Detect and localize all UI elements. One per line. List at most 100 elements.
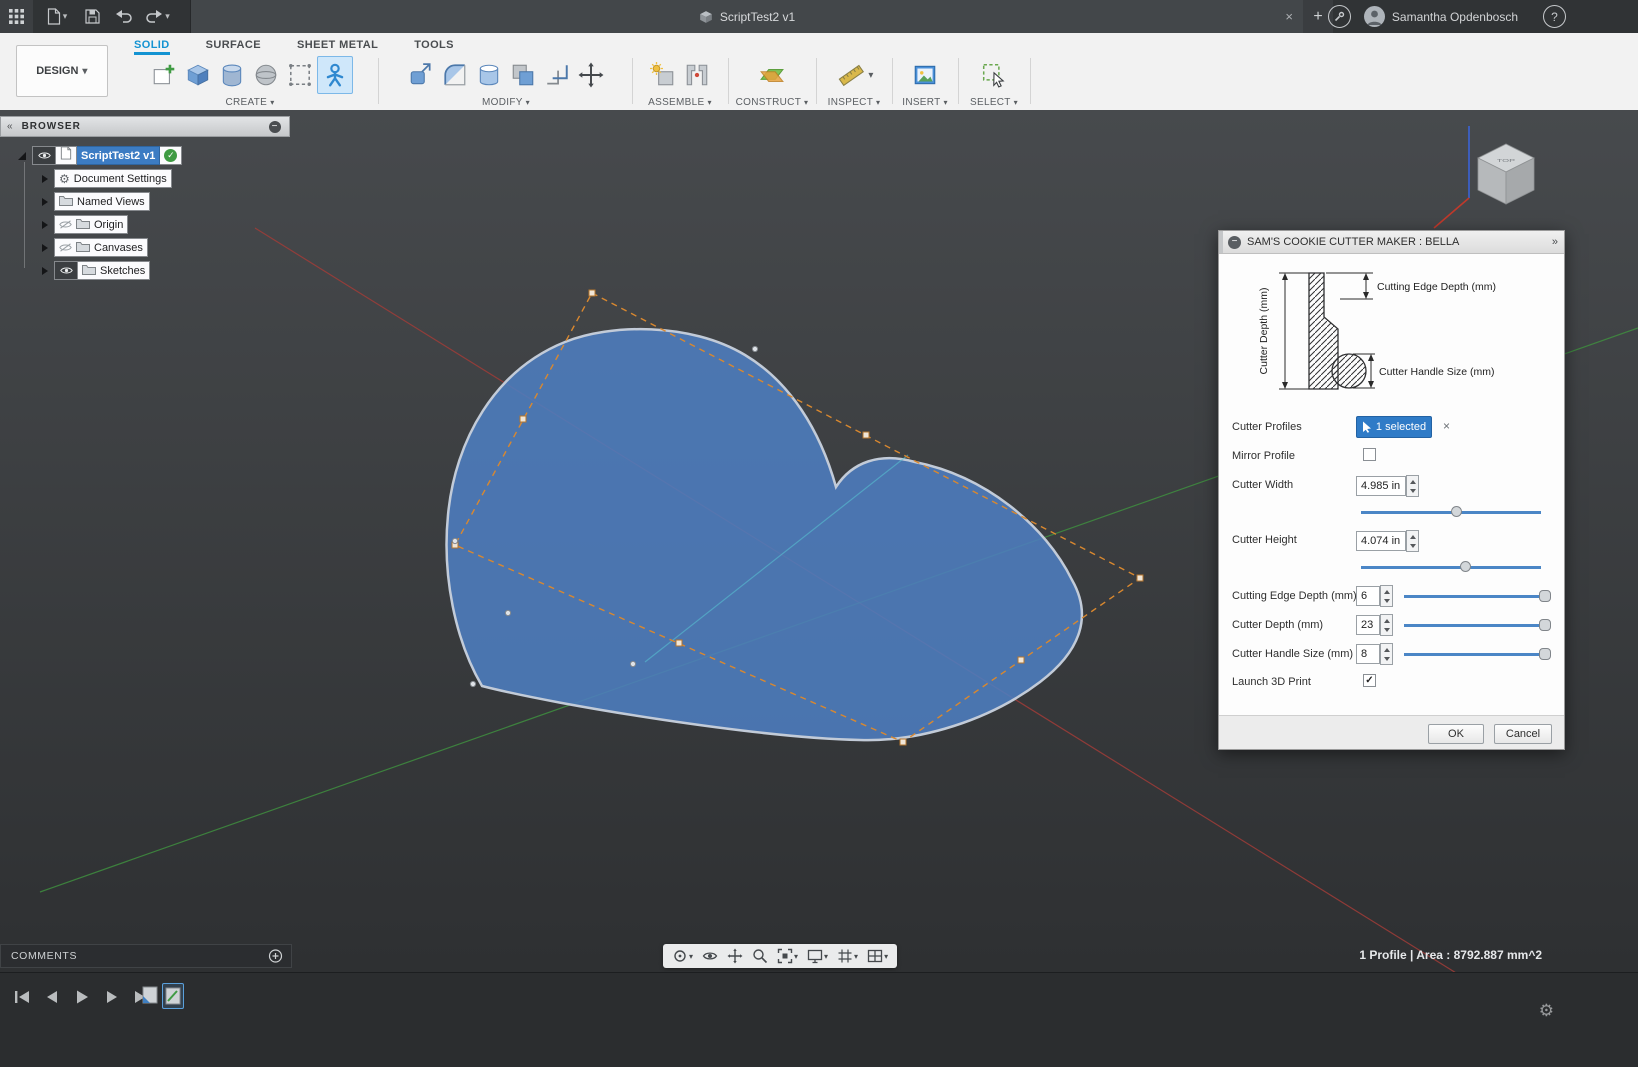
launch-3d-print-checkbox[interactable]: ✓ — [1363, 674, 1376, 687]
inspect-menu[interactable]: INSPECT ▾ — [818, 97, 890, 108]
cutter-height-input[interactable]: 4.074 in — [1356, 531, 1406, 551]
new-component-button[interactable] — [646, 57, 680, 93]
cutter-profiles-selection-button[interactable]: 1 selected — [1356, 416, 1432, 438]
browser-row-root[interactable]: ScriptTest2 v1 ✓ — [18, 146, 182, 165]
mirror-profile-checkbox[interactable] — [1363, 448, 1376, 461]
expander-icon[interactable] — [42, 175, 48, 183]
dialog-collapse-icon[interactable]: − — [1228, 236, 1241, 249]
heart-sketch-profile[interactable] — [447, 329, 1082, 740]
cutter-depth-input[interactable]: 23 — [1356, 615, 1380, 635]
box-button[interactable] — [181, 57, 215, 93]
expander-icon[interactable] — [42, 244, 48, 252]
collapse-panel-icon[interactable]: « — [7, 121, 14, 132]
cutting-edge-depth-input[interactable]: 6 — [1356, 586, 1380, 606]
assemble-menu[interactable]: ASSEMBLE ▾ — [634, 97, 726, 108]
design-dropdown[interactable]: DESIGN ▾ — [16, 45, 108, 97]
look-at-button[interactable] — [699, 945, 721, 967]
view-cube[interactable]: TOP — [1434, 126, 1534, 228]
eye-off-icon[interactable] — [59, 239, 72, 257]
grid-settings-button[interactable]: ▾ — [834, 945, 861, 967]
cutter-width-input[interactable]: 4.985 in — [1356, 476, 1406, 496]
display-settings-button[interactable]: ▾ — [804, 945, 831, 967]
browser-header[interactable]: « BROWSER − — [0, 116, 290, 137]
cutter-handle-size-slider[interactable] — [1404, 648, 1550, 660]
undo-button[interactable] — [110, 0, 136, 33]
expander-icon[interactable] — [42, 221, 48, 229]
viewports-button[interactable]: ▾ — [864, 945, 891, 967]
cutter-height-slider[interactable] — [1361, 561, 1541, 573]
tab-close-button[interactable]: × — [1285, 0, 1293, 33]
cancel-button[interactable]: Cancel — [1494, 724, 1552, 744]
orbit-button[interactable]: ▾ — [669, 945, 696, 967]
eye-off-icon[interactable] — [59, 216, 72, 234]
app-grid-button[interactable] — [0, 0, 33, 33]
step-forward-button[interactable] — [102, 987, 122, 1007]
offset-face-button[interactable] — [540, 57, 574, 93]
browser-row-document-settings[interactable]: ⚙ Document Settings — [42, 169, 172, 188]
cutter-handle-size-input[interactable]: 8 — [1356, 644, 1380, 664]
expander-icon[interactable] — [18, 152, 26, 160]
document-tab[interactable]: ScriptTest2 v1 × — [190, 0, 1304, 33]
clear-selection-button[interactable]: × — [1443, 419, 1450, 433]
step-back-button[interactable] — [42, 987, 62, 1007]
move-copy-button[interactable] — [574, 57, 608, 93]
modify-menu[interactable]: MODIFY ▾ — [382, 97, 630, 108]
cookie-cutter-addin-button[interactable] — [317, 56, 353, 94]
create-sketch-button[interactable] — [147, 57, 181, 93]
construct-menu[interactable]: CONSTRUCT ▾ — [730, 97, 814, 108]
comments-bar[interactable]: COMMENTS — [0, 944, 292, 968]
sphere-button[interactable] — [249, 57, 283, 93]
press-pull-button[interactable] — [404, 57, 438, 93]
file-menu-button[interactable]: ▾ — [41, 0, 73, 33]
joint-button[interactable] — [680, 57, 714, 93]
comment-bubble-icon[interactable] — [268, 949, 283, 963]
cutter-height-stepper[interactable] — [1406, 530, 1419, 552]
select-button[interactable] — [977, 57, 1011, 93]
timeline-feature-sketch[interactable] — [140, 983, 160, 1007]
tab-sheet-metal[interactable]: SHEET METAL — [297, 39, 378, 55]
tab-solid[interactable]: SOLID — [134, 39, 170, 55]
cutting-edge-depth-stepper[interactable] — [1380, 585, 1393, 607]
ok-button[interactable]: OK — [1428, 724, 1484, 744]
expander-icon[interactable] — [42, 267, 48, 275]
combine-button[interactable] — [506, 57, 540, 93]
insert-canvas-button[interactable] — [908, 57, 942, 93]
timeline-feature-sketch-selected[interactable] — [162, 983, 184, 1009]
browser-row-named-views[interactable]: Named Views — [42, 192, 150, 211]
cylinder-button[interactable] — [215, 57, 249, 93]
eye-icon[interactable] — [60, 262, 73, 280]
cutter-depth-slider[interactable] — [1404, 619, 1550, 631]
job-status-button[interactable] — [1324, 0, 1354, 33]
go-to-start-button[interactable] — [12, 987, 32, 1007]
fit-button[interactable]: ▾ — [774, 945, 801, 967]
browser-row-sketches[interactable]: Sketches — [42, 261, 150, 280]
measure-button[interactable] — [834, 57, 868, 93]
fillet-button[interactable] — [438, 57, 472, 93]
drag-grip[interactable] — [1219, 231, 1223, 253]
dialog-titlebar[interactable]: − SAM'S COOKIE CUTTER MAKER : BELLA » — [1219, 231, 1564, 254]
tab-surface[interactable]: SURFACE — [206, 39, 261, 55]
cutting-edge-depth-slider[interactable] — [1404, 590, 1550, 602]
eye-icon[interactable] — [38, 147, 51, 165]
tab-tools[interactable]: TOOLS — [414, 39, 454, 55]
browser-row-origin[interactable]: Origin — [42, 215, 128, 234]
cutter-depth-stepper[interactable] — [1380, 614, 1393, 636]
avatar[interactable] — [1360, 0, 1388, 33]
save-button[interactable] — [79, 0, 105, 33]
browser-hide-button[interactable]: − — [269, 121, 281, 133]
insert-menu[interactable]: INSERT ▾ — [894, 97, 956, 108]
cutter-width-stepper[interactable] — [1406, 475, 1419, 497]
cutter-handle-size-stepper[interactable] — [1380, 643, 1393, 665]
form-button[interactable] — [283, 57, 317, 93]
play-button[interactable] — [72, 987, 92, 1007]
help-button[interactable]: ? — [1543, 0, 1566, 33]
select-menu[interactable]: SELECT ▾ — [960, 97, 1028, 108]
dialog-expand-icon[interactable]: » — [1552, 236, 1556, 248]
shell-button[interactable] — [472, 57, 506, 93]
timeline-settings-gear[interactable]: ⚙ — [1539, 1001, 1554, 1021]
zoom-button[interactable] — [749, 945, 771, 967]
redo-button[interactable]: ▾ — [141, 0, 175, 33]
browser-row-canvases[interactable]: Canvases — [42, 238, 148, 257]
create-menu[interactable]: CREATE ▾ — [124, 97, 376, 108]
cutter-width-slider[interactable] — [1361, 506, 1541, 518]
